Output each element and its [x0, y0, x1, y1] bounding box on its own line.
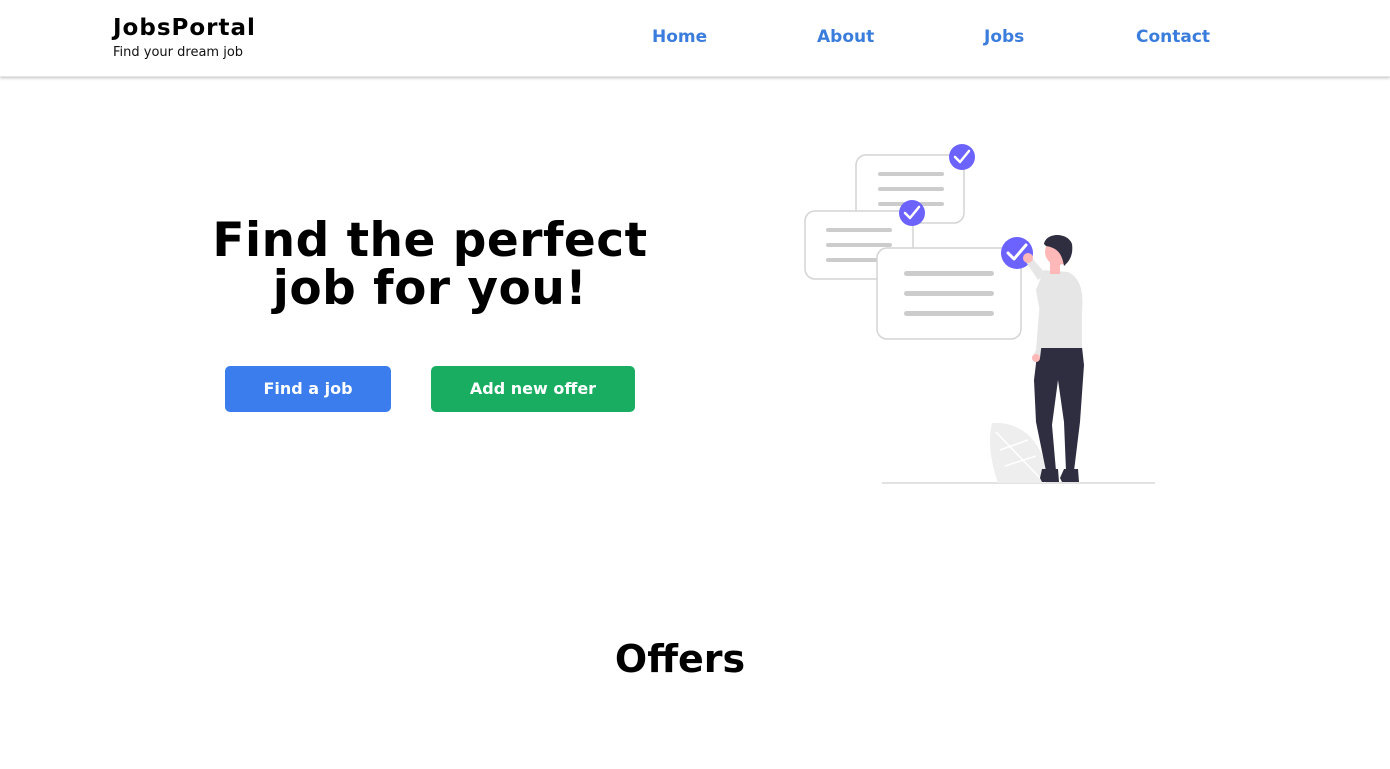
nav-home-link[interactable]: Home: [652, 26, 707, 48]
hero-illustration: [804, 144, 1155, 484]
document-card-3: [876, 247, 1022, 340]
check-circle-icon: [899, 200, 925, 226]
hero-title-line-2: job for you!: [272, 261, 588, 316]
offers-heading: Offers: [614, 637, 746, 681]
nav-contact-link[interactable]: Contact: [1136, 26, 1210, 48]
find-job-button[interactable]: Find a job: [225, 366, 391, 412]
add-offer-button[interactable]: Add new offer: [431, 366, 635, 412]
main-nav: Home About Jobs Contact: [0, 26, 1390, 50]
hero-title-line-1: Find the perfect: [212, 213, 648, 268]
nav-about-link[interactable]: About: [817, 26, 874, 48]
nav-jobs-link[interactable]: Jobs: [984, 26, 1024, 48]
check-circle-icon: [949, 144, 975, 170]
hero-title: Find the perfect job for you!: [180, 217, 680, 313]
site-header: JobsPortal Find your dream job Home Abou…: [0, 0, 1390, 77]
